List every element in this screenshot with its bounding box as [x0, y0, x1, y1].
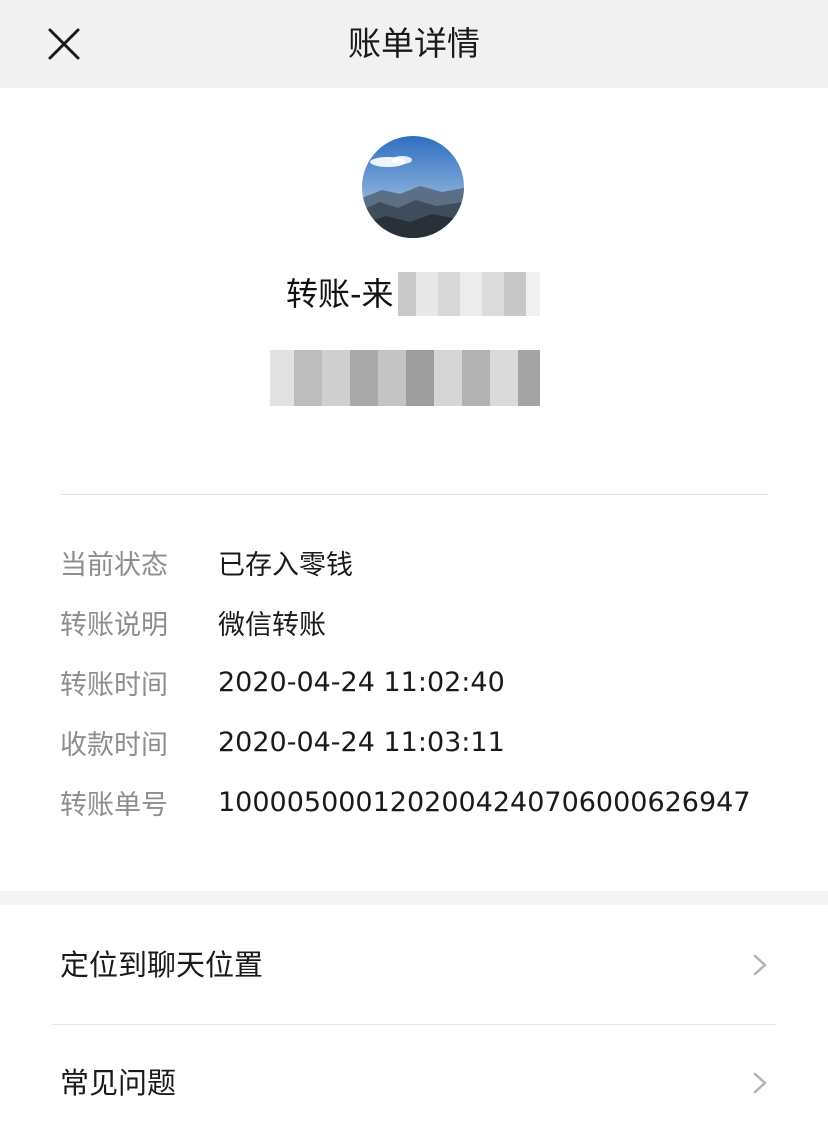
detail-value: 1000050001202004240706000626947 [218, 786, 751, 818]
detail-row-transfer-time: 转账时间 2020-04-24 11:02:40 [60, 660, 780, 704]
locate-in-chat-item[interactable]: 定位到聊天位置 [0, 907, 828, 1023]
section-divider [60, 494, 768, 495]
page-title: 账单详情 [348, 24, 480, 63]
locate-in-chat-label: 定位到聊天位置 [60, 948, 264, 982]
detail-value: 已存入零钱 [218, 549, 353, 581]
chevron-right-icon [752, 953, 768, 977]
detail-label: 转账单号 [60, 789, 168, 821]
detail-row-status: 当前状态 已存入零钱 [60, 540, 780, 584]
detail-row-description: 转账说明 微信转账 [60, 600, 780, 644]
chevron-right-icon [752, 1071, 768, 1095]
blurred-payer-name [397, 272, 540, 316]
transfer-from-label: 转账-来 [286, 275, 394, 313]
detail-row-receive-time: 收款时间 2020-04-24 11:03:11 [60, 720, 780, 764]
detail-row-transfer-id: 转账单号 1000050001202004240706000626947 [60, 780, 780, 824]
header-bar: 账单详情 [0, 0, 828, 88]
payer-avatar [362, 136, 464, 238]
detail-value: 2020-04-24 11:02:40 [218, 666, 505, 698]
detail-value: 微信转账 [218, 609, 326, 641]
transfer-from-row: 转账-来 [286, 270, 540, 318]
blurred-amount [270, 350, 540, 406]
landscape-avatar [362, 136, 464, 238]
section-gap [0, 891, 828, 905]
detail-label: 转账时间 [60, 669, 168, 701]
detail-label: 转账说明 [60, 609, 168, 641]
faq-item[interactable]: 常见问题 [0, 1025, 828, 1141]
detail-value: 2020-04-24 11:03:11 [218, 726, 505, 758]
detail-label: 当前状态 [60, 549, 168, 581]
detail-label: 收款时间 [60, 729, 168, 761]
faq-label: 常见问题 [60, 1066, 177, 1100]
